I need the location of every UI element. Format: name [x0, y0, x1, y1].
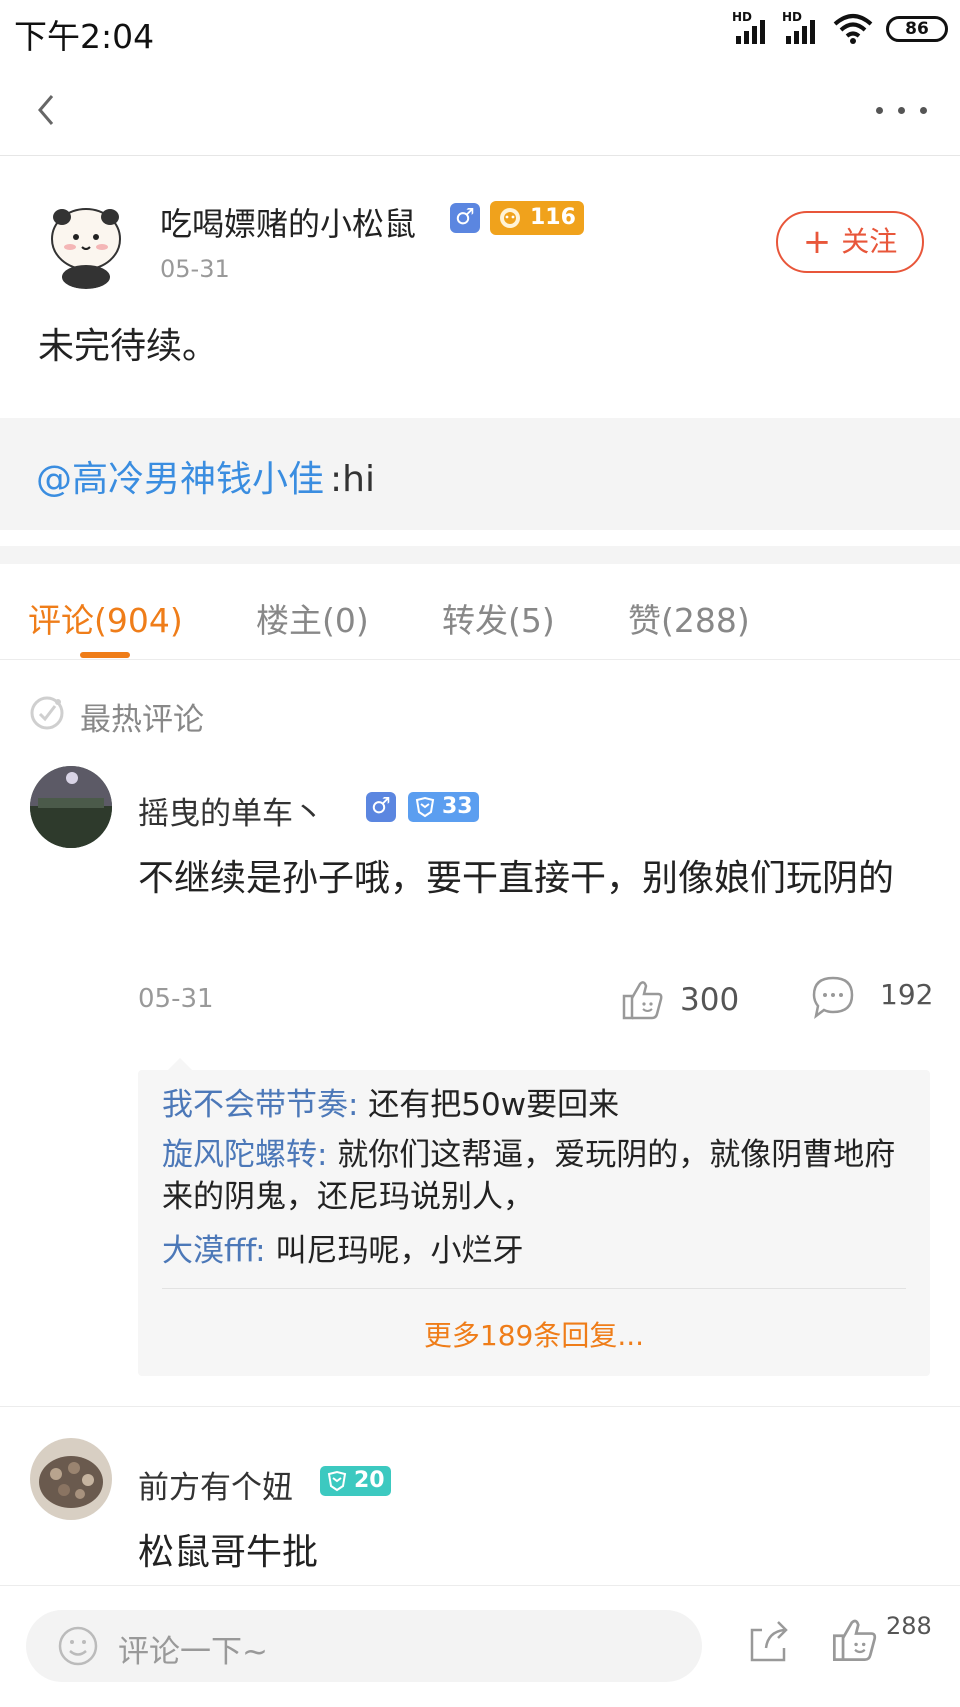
- mention-text: :hi: [330, 459, 375, 500]
- tab-author[interactable]: 楼主(0): [256, 594, 369, 642]
- repost-content[interactable]: @高冷男神钱小佳:hi: [0, 418, 960, 530]
- reply-user[interactable]: 旋风陀螺转:: [162, 1137, 327, 1173]
- shield-icon: [327, 1470, 347, 1492]
- comment-text: 松鼠哥牛批: [138, 1532, 319, 1573]
- tab-comments[interactable]: 评论(904): [28, 594, 183, 642]
- hot-icon: [30, 696, 64, 730]
- section-divider: [0, 546, 960, 564]
- comment-date: 05-31: [138, 984, 214, 1014]
- comment-author[interactable]: 摇曳的单车丶: [138, 788, 324, 833]
- comment-input[interactable]: 评论一下~: [26, 1610, 702, 1682]
- avatar[interactable]: [38, 193, 134, 289]
- reply-count: 192: [880, 978, 934, 1011]
- level-badge: 116: [490, 201, 584, 235]
- level-value: 20: [354, 1468, 385, 1493]
- follow-label: 关注: [841, 225, 898, 258]
- reply-text: 还有把50w要回来: [358, 1087, 620, 1123]
- tab-indicator: [80, 652, 130, 658]
- comment-text: 不继续是孙子哦，要干直接干，别像娘们玩阴的: [138, 858, 895, 899]
- lion-icon: [500, 208, 520, 228]
- repost-text: @高冷男神钱小佳:hi: [36, 450, 375, 502]
- comment-divider: [0, 1406, 960, 1407]
- replies-notch: [168, 1058, 192, 1070]
- follow-button[interactable]: + 关注: [776, 211, 924, 273]
- reply-text: 叫尼玛呢，小烂牙: [265, 1233, 524, 1269]
- post-text: 未完待续。: [38, 326, 219, 367]
- reply-item[interactable]: 旋风陀螺转: 就你们这帮逼，爱玩阴的，就像阴曹地府来的阴鬼，还尼玛说别人，: [162, 1134, 912, 1218]
- back-icon[interactable]: [30, 90, 64, 130]
- reply-item[interactable]: 我不会带节奏: 还有把50w要回来: [162, 1084, 912, 1126]
- status-bar: 下午2:04 HD HD 86: [0, 0, 960, 62]
- signal-icon: HD: [782, 10, 822, 44]
- thumbs-up-icon: [622, 981, 663, 1020]
- status-time: 下午2:04: [14, 17, 155, 56]
- share-icon[interactable]: [744, 1616, 794, 1666]
- post-date: 05-31: [160, 255, 230, 283]
- nav-bar: [0, 62, 960, 156]
- like-count: 288: [886, 1612, 932, 1640]
- plus-icon: +: [802, 222, 832, 262]
- signal-icon: HD: [732, 10, 772, 44]
- like-button[interactable]: 300: [620, 976, 770, 1026]
- like-button[interactable]: 288: [830, 1612, 940, 1670]
- comment-tabs: 评论(904) 楼主(0) 转发(5) 赞(288): [0, 564, 960, 660]
- avatar[interactable]: [30, 1438, 112, 1520]
- more-replies-link[interactable]: 更多189条回复...: [138, 1314, 930, 1354]
- reply-user[interactable]: 我不会带节奏:: [162, 1087, 358, 1123]
- replies-divider: [162, 1288, 906, 1289]
- mention-link[interactable]: @高冷男神钱小佳: [36, 459, 324, 500]
- level-value: 116: [530, 205, 576, 230]
- level-badge: 33: [408, 792, 479, 822]
- tab-reposts[interactable]: 转发(5): [442, 594, 555, 642]
- wifi-icon: [833, 14, 873, 44]
- thumbs-up-icon: [832, 1619, 877, 1662]
- tab-likes[interactable]: 赞(288): [628, 594, 750, 642]
- level-value: 33: [442, 794, 473, 819]
- more-icon[interactable]: [874, 90, 934, 130]
- reply-user[interactable]: 大漠fff:: [162, 1233, 266, 1269]
- comment-author[interactable]: 前方有个妞: [138, 1462, 293, 1507]
- post: 吃喝嫖赌的小松鼠 ♂ 116 05-31 + 关注 未完待续。: [0, 157, 960, 414]
- avatar[interactable]: [30, 766, 112, 848]
- hot-comments-title: 最热评论: [80, 702, 204, 738]
- gender-male-icon: ♂: [366, 792, 396, 822]
- battery-indicator: 86: [886, 16, 948, 42]
- emoji-icon[interactable]: [56, 1624, 100, 1668]
- input-placeholder: 评论一下~: [118, 1634, 268, 1670]
- replies-panel: 我不会带节奏: 还有把50w要回来 旋风陀螺转: 就你们这帮逼，爱玩阴的，就像阴…: [138, 1058, 930, 1376]
- like-count: 300: [680, 982, 740, 1018]
- reply-item[interactable]: 大漠fff: 叫尼玛呢，小烂牙: [162, 1230, 912, 1272]
- shield-icon: [415, 796, 435, 818]
- bottom-bar: 评论一下~ 288: [0, 1585, 960, 1707]
- comment-bubble-icon: [812, 976, 854, 1019]
- reply-button[interactable]: 192: [810, 974, 940, 1024]
- gender-male-icon: ♂: [450, 203, 480, 233]
- author-name[interactable]: 吃喝嫖赌的小松鼠: [160, 199, 416, 245]
- level-badge: 20: [320, 1466, 391, 1496]
